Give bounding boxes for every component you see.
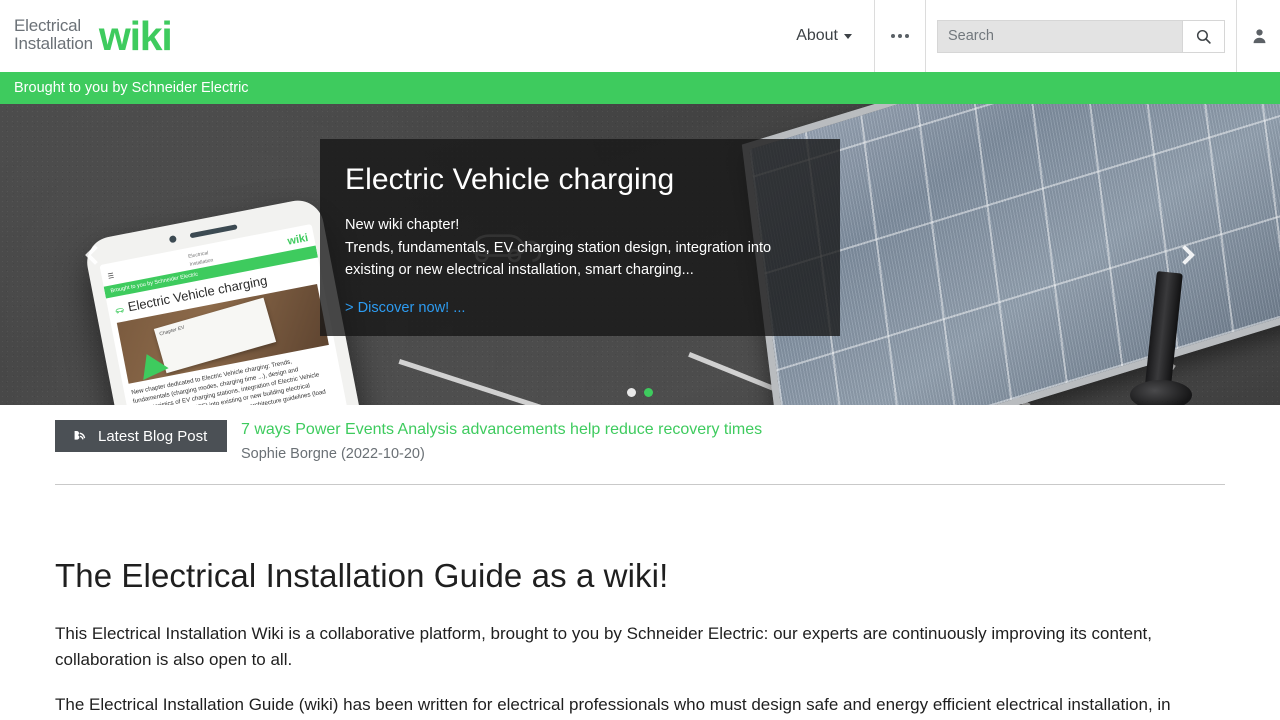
carousel-discover-link[interactable]: > Discover now! ... (345, 300, 465, 316)
intro-paragraph-1: This Electrical Installation Wiki is a c… (55, 623, 1152, 669)
sponsor-banner: Brought to you by Schneider Electric (0, 72, 1280, 104)
ellipsis-icon (891, 34, 909, 38)
carousel-caption: Electric Vehicle charging New wiki chapt… (320, 139, 840, 336)
account-button[interactable] (1237, 0, 1280, 72)
site-header: Electrical Installation wiki About (0, 0, 1280, 72)
search-icon (1196, 29, 1211, 44)
logo-text-block: Electrical Installation (14, 15, 93, 56)
search-container (926, 0, 1236, 72)
search-input[interactable] (938, 20, 1182, 52)
main-content: The Electrical Installation Guide as a w… (0, 485, 1280, 720)
rss-blog-icon (74, 430, 86, 440)
latest-blog-post-badge[interactable]: Latest Blog Post (55, 420, 227, 452)
logo-line-electrical: Electrical (14, 15, 81, 35)
latest-blog-post-section: Latest Blog Post 7 ways Power Events Ana… (0, 405, 1280, 462)
header-nav: About (778, 0, 1280, 72)
intro-paragraph-2: The Electrical Installation Guide (wiki)… (55, 695, 1171, 715)
logo-line-installation: Installation (14, 34, 93, 53)
chevron-down-icon (844, 33, 852, 39)
blog-post-info: 7 ways Power Events Analysis advancement… (227, 420, 762, 462)
carousel-subtitle: New wiki chapter! (345, 217, 460, 233)
carousel-description: Trends, fundamentals, EV charging statio… (345, 239, 772, 279)
blog-post-title-link[interactable]: 7 ways Power Events Analysis advancement… (241, 420, 762, 441)
page-title: The Electrical Installation Guide as a w… (55, 556, 669, 594)
site-logo[interactable]: Electrical Installation wiki (14, 12, 173, 59)
carousel-next-button[interactable] (1150, 104, 1220, 405)
carousel-indicators (0, 388, 1280, 397)
nav-about-label: About (796, 27, 838, 44)
search-group (937, 19, 1225, 53)
phone-logo-wiki: wiki (286, 231, 310, 248)
latest-blog-post-label: Latest Blog Post (98, 427, 208, 445)
nav-about-dropdown[interactable]: About (778, 0, 874, 72)
logo-wiki-text: wiki (98, 12, 173, 59)
carousel-indicator-1[interactable] (627, 388, 636, 397)
carousel-prev-button[interactable] (60, 104, 130, 405)
sponsor-banner-text: Brought to you by Schneider Electric (14, 80, 249, 96)
nav-more-menu[interactable] (875, 0, 925, 72)
chevron-left-icon (85, 244, 105, 265)
hero-carousel: ☰ Electrical Installation wiki Brought t… (0, 104, 1280, 405)
blog-post-meta: Sophie Borgne (2022-10-20) (241, 445, 425, 462)
user-icon (1253, 29, 1266, 44)
carousel-title: Electric Vehicle charging (345, 163, 675, 196)
search-button[interactable] (1182, 20, 1224, 52)
chevron-right-icon (1175, 244, 1195, 265)
carousel-indicator-2[interactable] (644, 388, 653, 397)
